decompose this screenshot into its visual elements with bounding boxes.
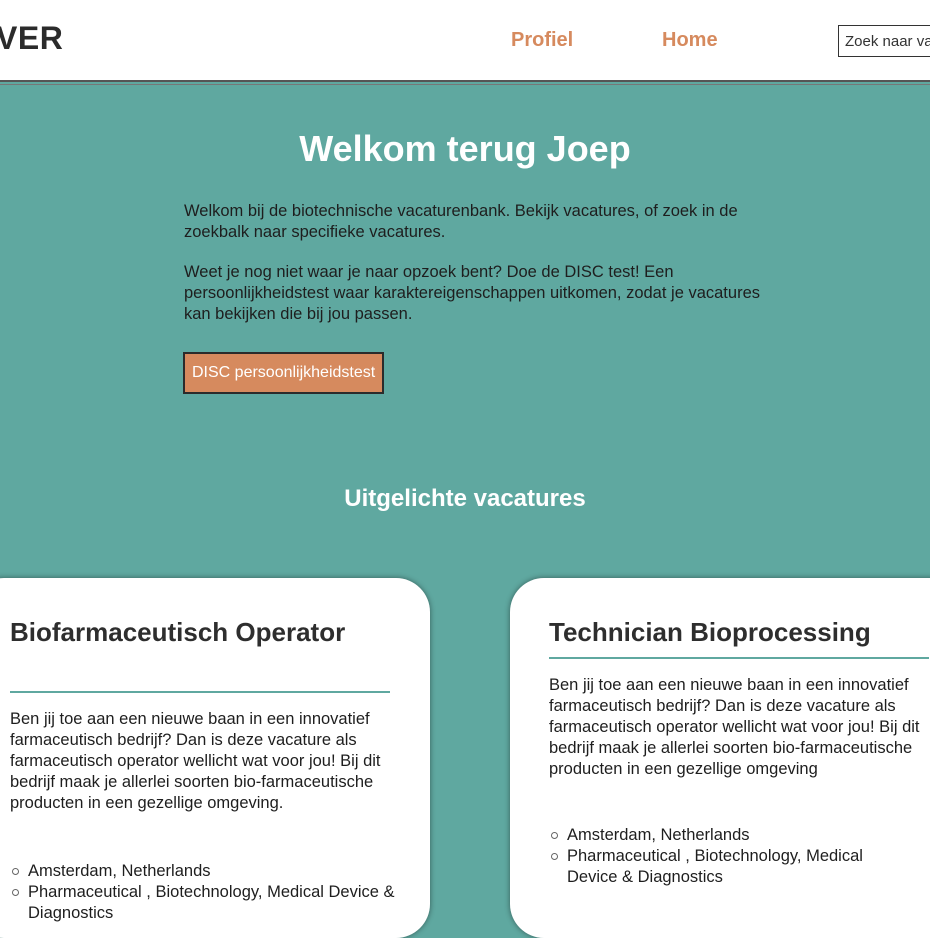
- bullet-icon: [551, 832, 558, 839]
- vacancy-location: Amsterdam, Netherlands: [549, 825, 909, 846]
- site-header: VER Profiel Home: [0, 0, 930, 80]
- vacancy-title[interactable]: Technician Bioprocessing: [549, 616, 930, 649]
- vacancy-description: Ben jij toe aan een nieuwe baan in een i…: [549, 676, 920, 778]
- site-logo[interactable]: VER: [0, 20, 63, 57]
- header-divider-secondary: [0, 84, 930, 85]
- bullet-icon: [12, 889, 19, 896]
- vacancy-sectors: Pharmaceutical , Biotechnology, Medical …: [549, 846, 909, 888]
- vacancy-location-text: Amsterdam, Netherlands: [567, 826, 750, 844]
- card-divider: [10, 691, 390, 693]
- vacancy-sectors-text: Pharmaceutical , Biotechnology, Medical …: [28, 883, 395, 922]
- vacancy-description: Ben jij toe aan een nieuwe baan in een i…: [10, 710, 381, 812]
- vacancy-details: Amsterdam, Netherlands Pharmaceutical , …: [549, 825, 909, 888]
- vacancy-sectors-text: Pharmaceutical , Biotechnology, Medical …: [567, 847, 863, 886]
- vacancy-title[interactable]: Biofarmaceutisch Operator: [10, 616, 390, 649]
- bullet-icon: [12, 868, 19, 875]
- vacancy-card[interactable]: Biofarmaceutisch Operator Ben jij toe aa…: [0, 578, 430, 938]
- vacancy-sectors: Pharmaceutical , Biotechnology, Medical …: [10, 882, 400, 924]
- intro-paragraph: Welkom bij de biotechnische vacaturenban…: [184, 202, 738, 241]
- nav-link-home[interactable]: Home: [662, 29, 718, 52]
- welcome-title: Welkom terug Joep: [299, 128, 631, 169]
- card-divider: [549, 657, 929, 659]
- disc-info-paragraph: Weet je nog niet waar je naar opzoek ben…: [184, 263, 760, 323]
- vacancy-location-text: Amsterdam, Netherlands: [28, 862, 211, 880]
- header-divider: [0, 80, 930, 82]
- vacancy-location: Amsterdam, Netherlands: [10, 861, 400, 882]
- featured-vacancies-title: Uitgelichte vacatures: [344, 485, 586, 512]
- bullet-icon: [551, 853, 558, 860]
- vacancy-details: Amsterdam, Netherlands Pharmaceutical , …: [10, 861, 400, 924]
- disc-test-button[interactable]: DISC persoonlijkheidstest: [183, 352, 385, 394]
- nav-link-profile[interactable]: Profiel: [511, 29, 573, 52]
- search-input[interactable]: [838, 25, 930, 57]
- vacancy-card[interactable]: Technician Bioprocessing Ben jij toe aan…: [510, 578, 930, 938]
